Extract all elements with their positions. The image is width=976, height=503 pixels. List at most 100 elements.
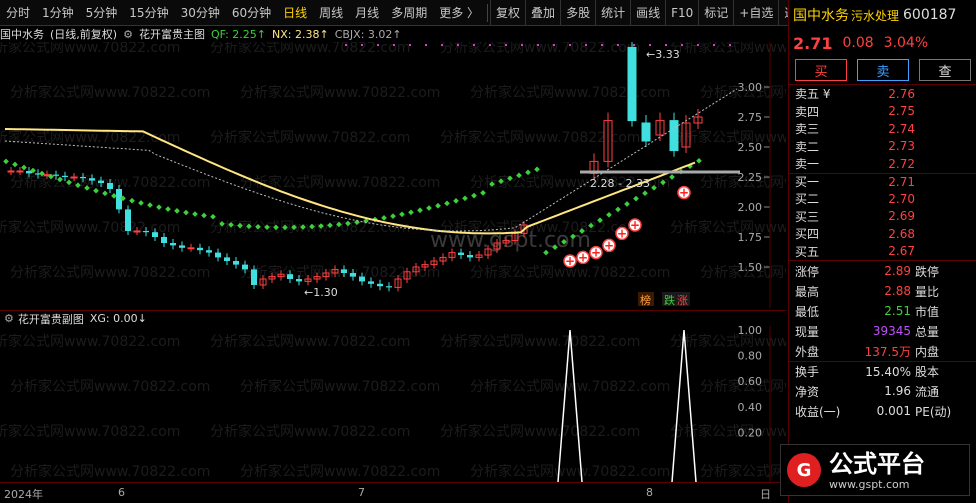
stat-key: 最高 — [795, 284, 820, 299]
orderbook-row[interactable]: 买五 2.67 — [789, 243, 976, 261]
period-tab-4[interactable]: 30分钟 — [175, 0, 226, 26]
price-change: 0.08 — [842, 35, 874, 51]
sub-tick-2: 0.60 — [738, 375, 763, 388]
orderbook-row[interactable]: 买四 2.68 — [789, 225, 976, 243]
trail-dot — [606, 211, 612, 218]
quote-stock-name: 国中水务 — [793, 8, 849, 24]
buy-button[interactable]: 买 — [795, 59, 847, 81]
stock-stats: 涨停 2.89 跌停 最高 2.88 量比 最低 2.51 市值 现量 39345 总量 外盘 137.5… — [789, 261, 976, 421]
tool-button-6[interactable]: 标记 — [698, 0, 733, 26]
trail-dot — [138, 200, 144, 206]
period-tab-5[interactable]: 60分钟 — [226, 0, 277, 26]
tool-button-1[interactable]: 叠加 — [525, 0, 560, 26]
period-tab-0[interactable]: 分时 — [0, 0, 36, 26]
tool-button-0[interactable]: 复权 — [490, 0, 525, 26]
top-marker — [633, 44, 635, 46]
watermark: 分析家公式网www.70822.com — [670, 129, 786, 146]
top-marker — [425, 44, 427, 46]
period-tab-1[interactable]: 1分钟 — [36, 0, 80, 26]
candle-body — [233, 261, 239, 265]
stat-row: 收益(一) 0.001 PE(动) — [789, 401, 976, 421]
orderbook-row[interactable]: 卖二 2.73 — [789, 138, 976, 156]
top-marker — [409, 44, 411, 46]
stat-key: 收益(一) — [795, 404, 841, 419]
period-tab-7[interactable]: 周线 — [313, 0, 349, 26]
chart-title-bar: 国中水务 (日线,前复权) ⚙ 花开富贵主图 QF: 2.25↑ NX: 2.3… — [0, 26, 786, 42]
orderbook-row[interactable]: 买一 2.71 — [789, 172, 976, 191]
stat-row: 最低 2.51 市值 — [789, 301, 976, 321]
price-change-pct: 3.04% — [883, 35, 929, 51]
tool-button-5[interactable]: F10 — [665, 0, 698, 26]
top-marker — [601, 44, 603, 46]
tool-button-7[interactable]: +自选 — [733, 0, 778, 26]
watermark: 分析家公式网www.70822.com — [10, 378, 210, 395]
query-button[interactable]: 查 — [919, 59, 971, 81]
signal-subchart[interactable]: 分析家公式网www.70822.com 分析家公式网www.70822.com 分析… — [0, 326, 786, 482]
candle-body — [341, 269, 347, 273]
buy-signal-plus: + — [578, 250, 588, 264]
orderbook-row[interactable]: 卖三 2.74 — [789, 120, 976, 138]
orderbook-label: 买二 — [795, 192, 820, 207]
sub-chart-title: ⚙ 花开富贵副图 XG: 0.00↓ — [0, 310, 786, 326]
candle-body — [458, 252, 464, 255]
period-tab-8[interactable]: 月线 — [349, 0, 385, 26]
orderbook-price: 2.68 — [888, 226, 915, 241]
top-marker — [361, 44, 363, 46]
trail-dot — [183, 209, 189, 216]
chart-mode-label: (日线,前复权) — [50, 28, 118, 41]
toolbar-divider — [487, 3, 489, 22]
tool-button-4[interactable]: 画线 — [630, 0, 665, 26]
quote-header: 国中水务 污水处理 600187 — [789, 0, 976, 30]
last-price: 2.71 — [793, 33, 833, 53]
watermark: 分析家公式网www.70822.com — [0, 129, 180, 146]
stat-key-secondary: 总量 — [915, 324, 940, 339]
tool-button-2[interactable]: 多股 — [560, 0, 595, 26]
top-marker — [681, 44, 683, 46]
period-tab-9[interactable]: 多周期 — [385, 0, 433, 26]
stat-key: 净资 — [795, 384, 820, 399]
period-tab-10[interactable]: 更多 〉 — [433, 0, 485, 26]
stat-value: 39345 — [872, 324, 911, 338]
orderbook-row[interactable]: 买三 2.69 — [789, 208, 976, 226]
stat-value: 0.001 — [876, 404, 911, 418]
price-tick-2: 2.50 — [738, 141, 763, 154]
buy-signal-plus: + — [679, 186, 689, 200]
orderbook-row[interactable]: 买二 2.70 — [789, 190, 976, 208]
candle-body — [669, 120, 679, 152]
settings-icon[interactable]: ⚙ — [4, 312, 14, 325]
settings-icon[interactable]: ⚙ — [123, 28, 133, 41]
indicator-name[interactable]: 花开富贵主图 — [139, 26, 205, 42]
period-tab-3[interactable]: 15分钟 — [123, 0, 174, 26]
watermark: 分析家公式网www.70822.com — [210, 129, 410, 146]
trail-dot — [408, 209, 414, 216]
orderbook-row[interactable]: 卖四 2.75 — [789, 103, 976, 121]
stat-key-secondary: 市值 — [915, 304, 940, 319]
candle-body — [80, 177, 86, 179]
quote-panel: 国中水务 污水处理 600187 2.71 0.08 3.04% 买 卖 查 卖… — [788, 0, 976, 503]
orderbook-price: 2.71 — [888, 174, 915, 189]
sub-indicator-name[interactable]: 花开富贵副图 — [18, 311, 84, 327]
period-tab-2[interactable]: 5分钟 — [80, 0, 124, 26]
orderbook-row[interactable]: 卖一 2.72 — [789, 155, 976, 173]
candlestick-chart[interactable]: 分析家公式网www.70822.com 分析家公式网www.70822.com 分析… — [0, 42, 786, 308]
trail-dot — [696, 157, 702, 164]
tag-rank: 榜 — [640, 293, 651, 307]
sell-button[interactable]: 卖 — [857, 59, 909, 81]
orderbook-row[interactable]: 卖五 ¥ 2.76 — [789, 85, 976, 103]
watermark: 分析家公式网www.70822.com — [210, 423, 410, 440]
trail-dot — [615, 206, 621, 213]
tool-button-3[interactable]: 统计 — [595, 0, 630, 26]
top-marker — [617, 44, 619, 46]
candle-body — [125, 209, 131, 231]
watermark: 分析家公式网www.70822.com — [210, 333, 410, 350]
candle-body — [170, 243, 176, 246]
period-tab-6[interactable]: 日线 — [277, 0, 313, 26]
watermark: 分析家公式网www.70822.com — [470, 463, 670, 480]
top-marker — [377, 44, 379, 46]
watermark: 分析家公式网www.70822.com — [10, 463, 210, 480]
candle-body — [206, 250, 212, 253]
stat-row: 最高 2.88 量比 — [789, 281, 976, 301]
watermark: 分析家公式网www.70822.com — [440, 423, 640, 440]
trail-dot — [12, 161, 18, 168]
trail-dot — [444, 200, 450, 207]
